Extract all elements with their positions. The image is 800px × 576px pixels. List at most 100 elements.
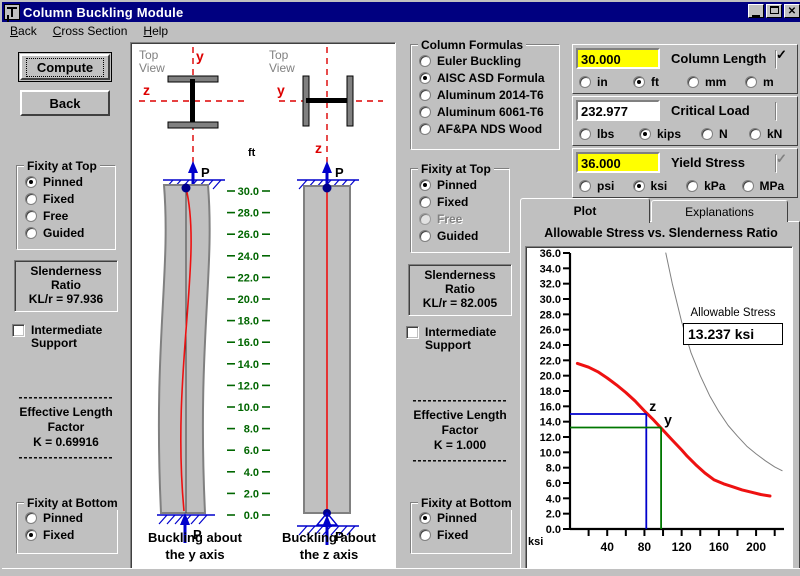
radio-icon <box>25 512 37 524</box>
slenderness-line1: Slenderness <box>15 264 117 278</box>
radio-label: ksi <box>651 179 668 193</box>
axis-label-y-right: y <box>277 82 285 98</box>
radio-icon <box>419 512 431 524</box>
scale-tick-label: 14.0 <box>238 359 259 371</box>
radio-label: in <box>597 75 608 89</box>
tab-plot[interactable]: Plot <box>520 198 650 223</box>
axis-label-y-left: y <box>196 48 204 64</box>
radio-unit-mm[interactable]: mm <box>685 73 743 90</box>
yield-stress-input[interactable]: 36.000 <box>576 152 660 173</box>
restore-button[interactable] <box>766 4 782 18</box>
radio-unit-in[interactable]: in <box>577 73 631 90</box>
radio-fixity-bottom-pinned-mid[interactable]: Pinned <box>411 509 511 526</box>
compute-button[interactable]: Compute <box>20 54 110 80</box>
scale-tick-label: 0.0 <box>244 510 259 522</box>
radio-unit-kips[interactable]: kips <box>637 125 699 142</box>
radio-unit-kn[interactable]: kN <box>747 125 795 142</box>
svg-text:View: View <box>269 61 295 75</box>
radio-fixity-top-guided-left[interactable]: Guided <box>17 224 115 241</box>
caption-left-line1: Buckling about <box>133 529 257 546</box>
radio-unit-ft[interactable]: ft <box>631 73 685 90</box>
critical-load-input[interactable]: 232.977 <box>576 100 660 121</box>
critical-load-checkbox[interactable] <box>775 103 777 121</box>
radio-label: lbs <box>597 127 614 141</box>
effective-length-factor-left: ------------------- Effective Length Fac… <box>8 390 124 465</box>
yield-stress-checkbox <box>775 155 777 173</box>
radio-label: Fixed <box>43 192 74 206</box>
annotation-label: z <box>649 398 656 414</box>
radio-fixity-bottom-pinned-left[interactable]: Pinned <box>17 509 117 526</box>
column-length-label: Column Length <box>671 51 766 66</box>
elf-line1: Effective Length <box>8 405 124 420</box>
radio-formula-aluminum-2014[interactable]: Aluminum 2014-T6 <box>411 86 559 103</box>
radio-unit-psi[interactable]: psi <box>577 177 631 194</box>
radio-unit-m[interactable]: m <box>743 73 791 90</box>
menu-item-cross-section[interactable]: Cross Section <box>45 23 136 39</box>
radio-fixity-top-pinned-left[interactable]: Pinned <box>17 173 115 190</box>
radio-fixity-bottom-fixed-left[interactable]: Fixed <box>17 526 117 543</box>
y-tick-label: 12.0 <box>540 432 561 444</box>
menu-bar: Back Cross Section Help <box>2 22 800 40</box>
y-tick-label: 10.0 <box>540 447 561 459</box>
radio-fixity-bottom-fixed-mid[interactable]: Fixed <box>411 526 511 543</box>
fixity-at-bottom-group-mid: Fixity at Bottom Pinned Fixed <box>410 502 512 554</box>
menu-item-back[interactable]: Back <box>2 23 45 39</box>
intermediate-support-checkbox-mid[interactable]: Intermediate Support <box>406 326 516 352</box>
column-length-checkbox[interactable] <box>775 51 777 69</box>
radio-label: Pinned <box>43 511 83 525</box>
fixity-at-bottom-title-mid: Fixity at Bottom <box>418 496 515 510</box>
title-bar: Column Buckling Module ✕ <box>2 2 800 22</box>
radio-formula-euler[interactable]: Euler Buckling <box>411 52 559 69</box>
radio-label: Aluminum 2014-T6 <box>437 88 544 102</box>
y-tick-label: 18.0 <box>540 386 561 398</box>
intermediate-support-label2: Support <box>31 336 77 350</box>
tab-explanations[interactable]: Explanations <box>651 200 788 222</box>
radio-unit-lbs[interactable]: lbs <box>577 125 637 142</box>
radio-formula-aisc-asd[interactable]: AISC ASD Formula <box>411 69 559 86</box>
scale-tick-label: 20.0 <box>238 294 259 306</box>
y-tick-label: 8.0 <box>546 463 561 475</box>
scale-tick-label: 6.0 <box>244 445 259 457</box>
chart-series <box>577 363 770 496</box>
minimize-button[interactable] <box>748 4 764 18</box>
radio-unit-ksi[interactable]: ksi <box>631 177 685 194</box>
radio-fixity-top-fixed-mid[interactable]: Fixed <box>411 193 509 210</box>
compute-button-label: Compute <box>26 58 104 77</box>
menu-item-help[interactable]: Help <box>135 23 176 39</box>
radio-label: Fixed <box>437 528 468 542</box>
elf-value: K = 1.000 <box>402 438 518 453</box>
checkbox-icon <box>775 102 777 121</box>
radio-icon <box>419 179 431 191</box>
radio-icon <box>419 72 431 84</box>
back-button[interactable]: Back <box>20 90 110 116</box>
radio-unit-mpa[interactable]: MPa <box>740 177 795 194</box>
column-length-input[interactable]: 30.000 <box>576 48 660 69</box>
radio-icon <box>579 180 591 192</box>
divider-top: ------------------- <box>402 393 518 408</box>
caption-left: Buckling about the y axis <box>133 529 257 563</box>
close-button[interactable]: ✕ <box>784 4 800 18</box>
plot-canvas: 0.02.04.06.08.010.012.014.016.018.020.02… <box>525 246 793 570</box>
slenderness-line2: Ratio <box>409 282 511 296</box>
caption-right-line2: the z axis <box>267 546 391 563</box>
radio-fixity-top-pinned-mid[interactable]: Pinned <box>411 176 509 193</box>
radio-icon <box>579 128 591 140</box>
radio-fixity-top-free-left[interactable]: Free <box>17 207 115 224</box>
y-axis-unit: ksi <box>528 536 543 548</box>
radio-unit-kpa[interactable]: kPa <box>684 177 739 194</box>
elf-line2: Factor <box>402 423 518 438</box>
radio-unit-n[interactable]: N <box>699 125 747 142</box>
column-length-panel: 30.000 Column Length in ft mm m <box>572 44 798 94</box>
radio-icon <box>633 76 645 88</box>
radio-fixity-top-guided-mid[interactable]: Guided <box>411 227 509 244</box>
radio-formula-aluminum-6061[interactable]: Aluminum 6061-T6 <box>411 103 559 120</box>
radio-fixity-top-fixed-left[interactable]: Fixed <box>17 190 115 207</box>
radio-icon <box>25 193 37 205</box>
radio-formula-afpa-nds-wood[interactable]: AF&PA NDS Wood <box>411 120 559 137</box>
intermediate-support-checkbox-left[interactable]: Intermediate Support <box>12 324 122 350</box>
column-formulas-title: Column Formulas <box>418 38 526 52</box>
chart-svg: 0.02.04.06.08.010.012.014.016.018.020.02… <box>526 247 792 569</box>
effective-length-factor-mid: ------------------- Effective Length Fac… <box>402 393 518 468</box>
checkbox-icon <box>12 324 25 337</box>
scale-tick-label: 8.0 <box>244 424 259 436</box>
